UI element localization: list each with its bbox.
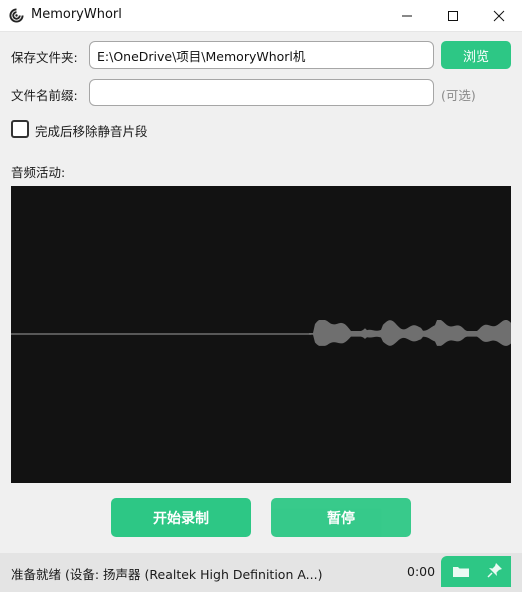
- pause-button[interactable]: 暂停: [271, 498, 411, 537]
- status-actions-group: [441, 556, 511, 587]
- window-title: MemoryWhorl: [31, 7, 122, 22]
- maximize-button[interactable]: [430, 0, 476, 31]
- prefix-optional-hint: (可选): [441, 88, 476, 103]
- start-recording-button[interactable]: 开始录制: [111, 498, 251, 537]
- waveform-shape: [309, 320, 511, 346]
- recording-time: 0:00: [407, 564, 436, 579]
- status-text: 准备就绪 (设备: 扬声器 (Realtek High Definition A…: [11, 567, 323, 582]
- waveform-panel: [11, 186, 511, 483]
- browse-button[interactable]: 浏览: [441, 41, 511, 69]
- folder-icon[interactable]: [452, 564, 470, 578]
- status-bar: 准备就绪 (设备: 扬声器 (Realtek High Definition A…: [0, 553, 522, 592]
- title-bar: MemoryWhorl: [0, 0, 522, 32]
- close-icon: [493, 10, 505, 21]
- close-button[interactable]: [476, 0, 522, 31]
- audio-activity-label: 音频活动:: [11, 165, 66, 180]
- save-folder-label: 保存文件夹:: [11, 50, 78, 65]
- pin-icon[interactable]: [487, 562, 503, 578]
- waveform-visualization: [11, 320, 511, 346]
- prefix-input[interactable]: [89, 79, 434, 106]
- prefix-label: 文件名前缀:: [11, 88, 78, 103]
- remove-silence-checkbox[interactable]: [11, 120, 29, 138]
- minimize-button[interactable]: [384, 0, 430, 31]
- remove-silence-label[interactable]: 完成后移除静音片段: [35, 121, 148, 140]
- app-logo-icon: [9, 8, 24, 23]
- minimize-icon: [402, 15, 412, 16]
- maximize-icon: [448, 10, 458, 21]
- save-folder-input[interactable]: [89, 41, 434, 69]
